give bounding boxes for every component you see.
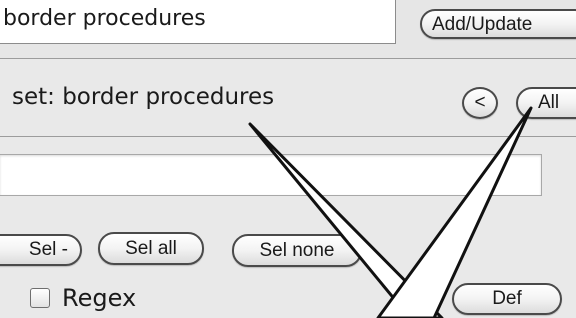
callout-arrows — [248, 106, 533, 318]
callout-arrow-right — [376, 106, 533, 318]
